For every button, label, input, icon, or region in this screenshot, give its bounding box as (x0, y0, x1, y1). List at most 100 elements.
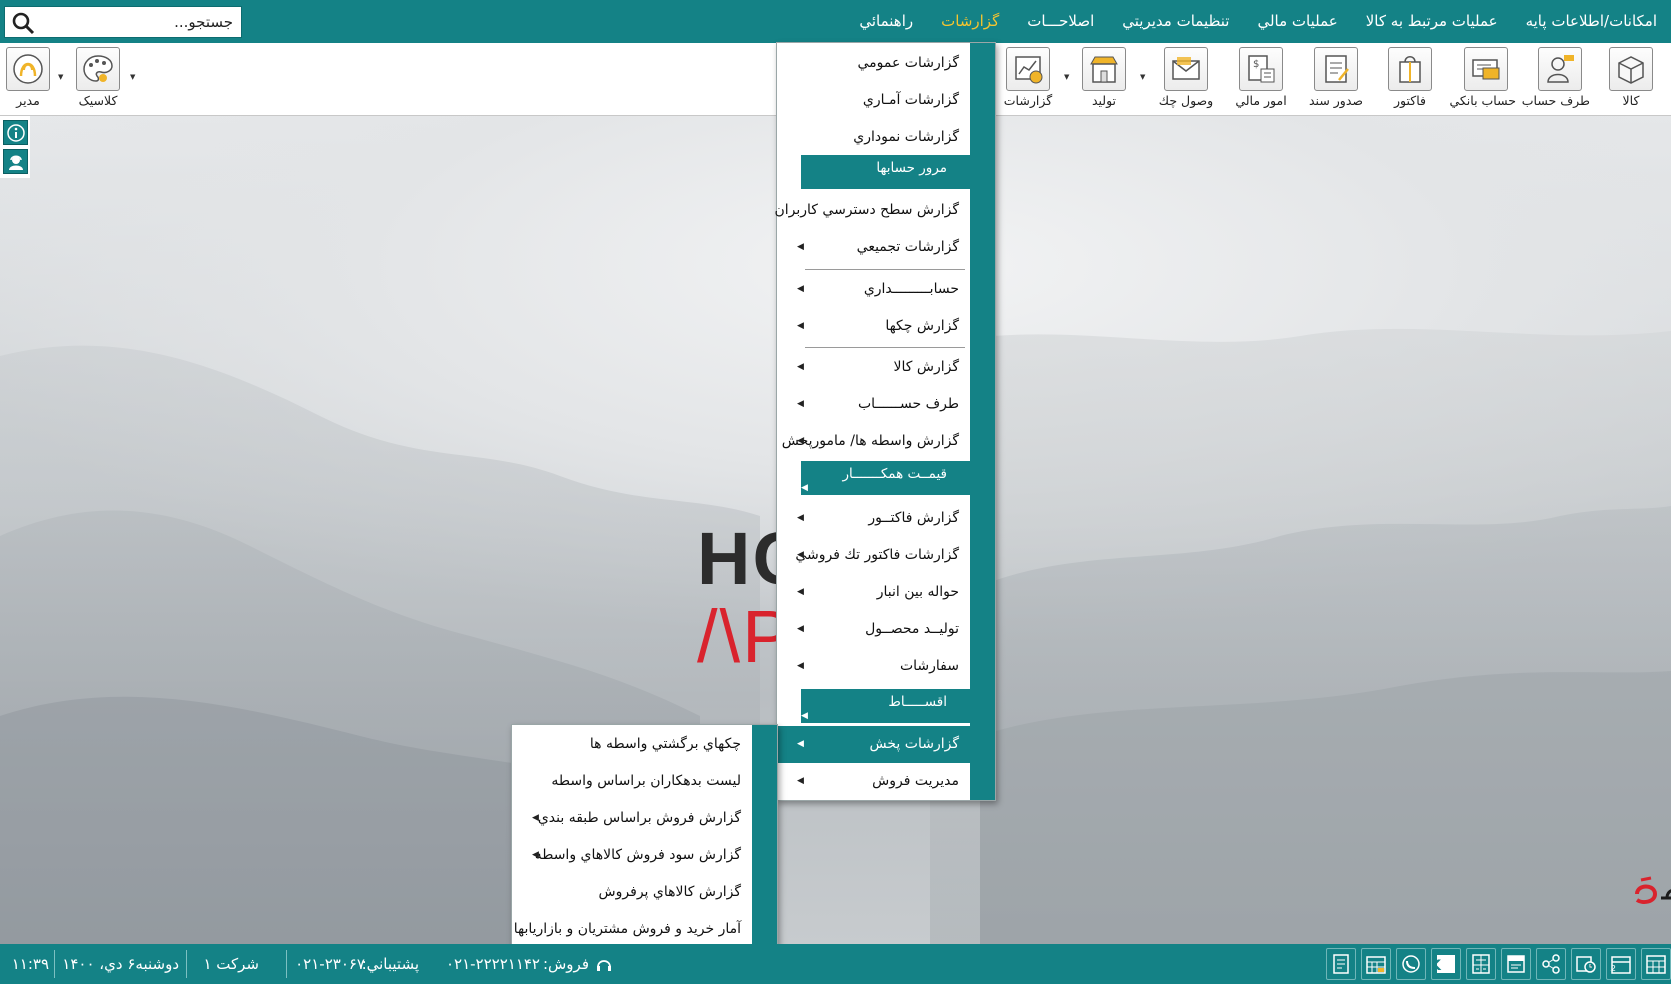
user-avatar-icon (6, 47, 50, 91)
submenu-item-agent-goods-profit[interactable]: گزارش سود فروش کالاهاي واسطه ◀ (512, 837, 777, 874)
support-agent-icon[interactable] (3, 149, 28, 174)
toolbar-reports-button[interactable]: گزارشات ▼ (998, 47, 1069, 108)
menu-item-warehouse-transfer[interactable]: حواله بين انبار ◀ (777, 574, 995, 611)
menu-item-account-party[interactable]: طرف حســــــاب ◀ (777, 386, 995, 423)
search-input[interactable] (43, 11, 233, 33)
menu-financial-operations[interactable]: عمليات مالي (1243, 0, 1351, 43)
submenu-arrow-icon: ◀ (797, 587, 804, 597)
menu-item-goods-report[interactable]: گزارش کالا ◀ (777, 349, 995, 386)
submenu-item-best-selling-goods[interactable]: گزارش کالاهاي پرفروش (512, 874, 777, 911)
date-text: دوشنبه۶ دي، ۱۴۰۰ (62, 955, 179, 973)
menu-header-account-review[interactable]: مرور حسابها (801, 155, 995, 189)
search-box (4, 6, 242, 38)
submenu-item-debtors-by-agent[interactable]: ليست بدهکاران براساس واسطه (512, 763, 777, 800)
side-quick-buttons (0, 116, 30, 178)
production-dropdown-arrow[interactable]: ▼ (1140, 73, 1145, 81)
menu-item-distribution-reports[interactable]: گزارشات پخش ◀ (777, 726, 995, 763)
menu-help[interactable]: راهنمائي (845, 0, 927, 43)
submenu-arrow-icon: ◀ (797, 399, 804, 409)
box-icon (1609, 47, 1653, 91)
menu-header-partner-price[interactable]: قيمــت همکـــــــار ◀ (801, 461, 995, 495)
k-letter-icon[interactable]: K (1431, 948, 1461, 980)
toolbar-invoice-button[interactable]: فاکتور (1380, 47, 1440, 108)
menu-item-chart-reports[interactable]: گزارشات نموداري (777, 119, 995, 156)
money-document-icon: $ (1239, 47, 1283, 91)
menu-goods-operations[interactable]: عمليات مرتبط به کالا (1352, 0, 1512, 43)
menu-header-installments[interactable]: اقســـــاط ◀ (801, 689, 995, 723)
toolbar-user-label: مدير (16, 93, 40, 108)
reports-dropdown-arrow[interactable]: ▼ (1064, 73, 1069, 81)
toolbar-issue-document-label: صدور سند (1308, 93, 1364, 108)
search-icon[interactable] (11, 11, 35, 35)
clock-image-icon[interactable] (1571, 948, 1601, 980)
submenu-arrow-icon: ◀ (797, 362, 804, 372)
menu-item-statistical-reports[interactable]: گزارشات آمـاري (777, 82, 995, 119)
submenu-arrow-icon: ◀ (532, 813, 539, 823)
support-headset-icon (595, 944, 613, 984)
info-icon[interactable] (3, 120, 28, 145)
menu-separator (805, 269, 965, 270)
document-pen-icon (1314, 47, 1358, 91)
menu-item-general-reports[interactable]: گزارشات عمومي (777, 45, 995, 82)
company-name: شرکت ۱ (203, 955, 259, 973)
palette-icon (76, 47, 120, 91)
status-bar: 12 K فروش: ۰۲۱-۲۲۲۲۱۱۴۲ پشتيباني: ۰۲۱-۲۳… (0, 944, 1671, 984)
submenu-item-customer-purchase-stats[interactable]: آمار خريد و فروش مشتريان و بازاريابها (512, 911, 777, 948)
toolbar-goods-button[interactable]: کالا (1601, 47, 1661, 108)
top-menu-bar: امکانات/اطلاعات پايه عمليات مرتبط به کال… (0, 0, 1671, 43)
submenu-arrow-icon: ◀ (797, 436, 804, 446)
gift-bag-icon (1388, 47, 1432, 91)
reports-dropdown-menu: گزارشات عمومي گزارشات آمـاري گزارشات نمو… (774, 42, 996, 801)
menu-item-single-sale-invoice-reports[interactable]: گزارشات فاکتور تك فروشي ◀ (777, 537, 995, 574)
support-phone: ۰۲۱-۲۳۰۶۷ (295, 955, 365, 973)
main-menu: امکانات/اطلاعات پايه عمليات مرتبط به کال… (845, 0, 1671, 43)
menu-item-invoice-report[interactable]: گزارش فاکتــور ◀ (777, 500, 995, 537)
menu-item-orders[interactable]: سفارشات ◀ (777, 648, 995, 685)
toolbar-financial-affairs-button[interactable]: $ امور مالي (1231, 47, 1291, 108)
submenu-item-returned-cheques[interactable]: چکهاي برگشتي واسطه ها (512, 726, 777, 763)
toolbar-production-button[interactable]: توليد ▼ (1074, 47, 1145, 108)
submenu-arrow-icon: ◀ (797, 513, 804, 523)
share-icon[interactable] (1536, 948, 1566, 980)
menu-separator (805, 347, 965, 348)
toolbar-check-collection-button[interactable]: وصول چك (1156, 47, 1216, 108)
menu-item-aggregate-reports[interactable]: گزارشات تجميعي ◀ (777, 229, 995, 266)
toolbar-theme-button[interactable]: کلاسيک ▼ (68, 47, 135, 108)
menu-corrections[interactable]: اصلاحـــات (1013, 0, 1108, 43)
submenu-arrow-icon: ◀ (797, 284, 804, 294)
toolbar-user-button[interactable]: مدير ▼ (0, 47, 63, 108)
status-divider (54, 950, 55, 978)
submenu-arrow-icon: ◀ (797, 321, 804, 331)
phone-book-icon[interactable] (1396, 948, 1426, 980)
theme-dropdown-arrow[interactable]: ▼ (130, 73, 135, 81)
menu-item-sales-management[interactable]: مديريت فروش ◀ (777, 763, 995, 800)
menu-management-settings[interactable]: تنظيمات مديريتي (1108, 0, 1243, 43)
calendar-icon[interactable]: 12 (1606, 948, 1636, 980)
status-divider (186, 950, 187, 978)
sales-phone: ۰۲۱-۲۲۲۲۱۱۴۲ (445, 955, 540, 973)
toolbar-issue-document-button[interactable]: صدور سند (1306, 47, 1366, 108)
menu-item-product-production[interactable]: توليــد محصــول ◀ (777, 611, 995, 648)
grid-calendar-icon[interactable] (1641, 948, 1671, 980)
user-dropdown-arrow[interactable]: ▼ (58, 73, 63, 81)
note-icon[interactable] (1501, 948, 1531, 980)
toolbar-account-party-label: طرف حساب (1521, 93, 1590, 108)
submenu-item-sales-by-category[interactable]: گزارش فروش براساس طبقه بندي ◀ (512, 800, 777, 837)
menu-reports[interactable]: گزارشات (927, 0, 1013, 43)
toolbar-account-party-button[interactable]: طرف حساب (1521, 47, 1590, 108)
status-quick-icons: 12 K (1321, 948, 1671, 980)
toolbar-check-collection-label: وصول چك (1158, 93, 1214, 108)
calculator-icon[interactable] (1466, 948, 1496, 980)
submenu-arrow-icon: ◀ (797, 550, 804, 560)
menu-item-user-access-report[interactable]: گزارش سطح دسترسي کاربران (774, 192, 995, 229)
toolbar-bank-account-button[interactable]: حساب بانکي (1449, 47, 1516, 108)
submenu-arrow-icon: ◀ (801, 483, 808, 493)
menu-item-agents-report[interactable]: گزارش واسطه ها/ مامورپخش ◀ (777, 423, 995, 460)
menu-item-cheque-report[interactable]: گزارش چکها ◀ (777, 308, 995, 345)
menu-item-accounting[interactable]: حسابـــــــــداري ◀ (777, 271, 995, 308)
distribution-submenu: چکهاي برگشتي واسطه ها ليست بدهکاران براس… (511, 724, 778, 948)
menu-basic-info[interactable]: امکانات/اطلاعات پايه (1512, 0, 1671, 43)
envelope-check-icon (1164, 47, 1208, 91)
task-list-icon[interactable] (1326, 948, 1356, 980)
calendar-month-icon[interactable] (1361, 948, 1391, 980)
